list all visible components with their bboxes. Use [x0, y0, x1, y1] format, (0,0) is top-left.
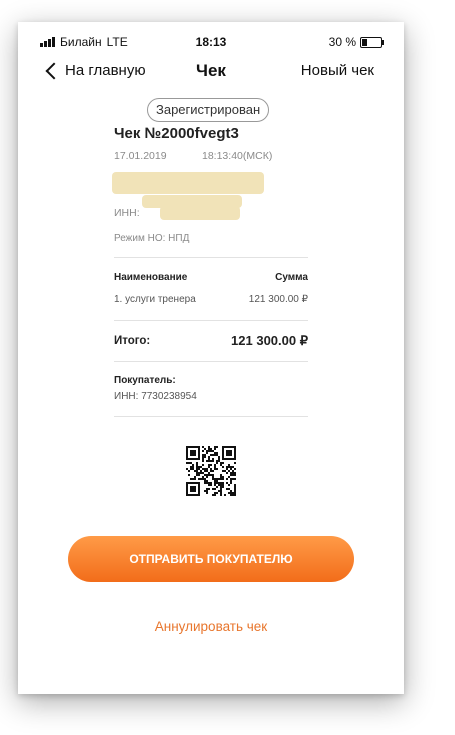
- column-header-name: Наименование: [114, 272, 188, 283]
- divider: [114, 257, 308, 258]
- item-sum: 121 300.00 ₽: [248, 294, 308, 305]
- battery-percent: 30 %: [328, 35, 356, 49]
- status-badge: Зарегистрирован: [147, 98, 270, 122]
- buyer-inn: ИНН: 7730238954: [114, 391, 197, 402]
- total-value: 121 300.00 ₽: [231, 333, 308, 348]
- item-name: 1. услуги тренера: [114, 294, 196, 305]
- seller-inn-label: ИНН:: [114, 207, 140, 219]
- battery-tip: [382, 39, 384, 45]
- buyer-label: Покупатель:: [114, 375, 176, 386]
- divider: [114, 416, 308, 417]
- send-to-buyer-button[interactable]: ОТПРАВИТЬ ПОКУПАТЕЛЮ: [68, 536, 354, 582]
- receipt-title: Чек №2000fvegt3: [114, 125, 239, 142]
- chevron-left-icon: [45, 62, 63, 79]
- redacted-seller-inn: [160, 206, 240, 220]
- column-header-sum: Сумма: [275, 272, 308, 283]
- back-button[interactable]: На главную: [45, 62, 146, 79]
- battery-icon: [360, 36, 384, 48]
- status-bar: Билайн LTE 18:13 30 %: [32, 30, 390, 54]
- tax-mode: Режим НО: НПД: [114, 233, 190, 244]
- qr-code: [186, 446, 236, 496]
- nav-bar: На главную Чек Новый чек: [32, 58, 390, 86]
- cancel-receipt-link[interactable]: Аннулировать чек: [32, 619, 390, 634]
- divider: [114, 320, 308, 321]
- phone-screen: Билайн LTE 18:13 30 % На главную Чек Нов…: [32, 30, 390, 670]
- receipt-time: 18:13:40(МСК): [202, 150, 273, 162]
- total-label: Итого:: [114, 335, 151, 347]
- receipt-date: 17.01.2019: [114, 150, 167, 162]
- status-right: 30 %: [328, 35, 384, 49]
- redacted-seller-name: [112, 172, 264, 194]
- back-button-label: На главную: [65, 62, 146, 79]
- new-receipt-button[interactable]: Новый чек: [301, 62, 374, 79]
- divider: [114, 361, 308, 362]
- battery-fill: [362, 38, 367, 46]
